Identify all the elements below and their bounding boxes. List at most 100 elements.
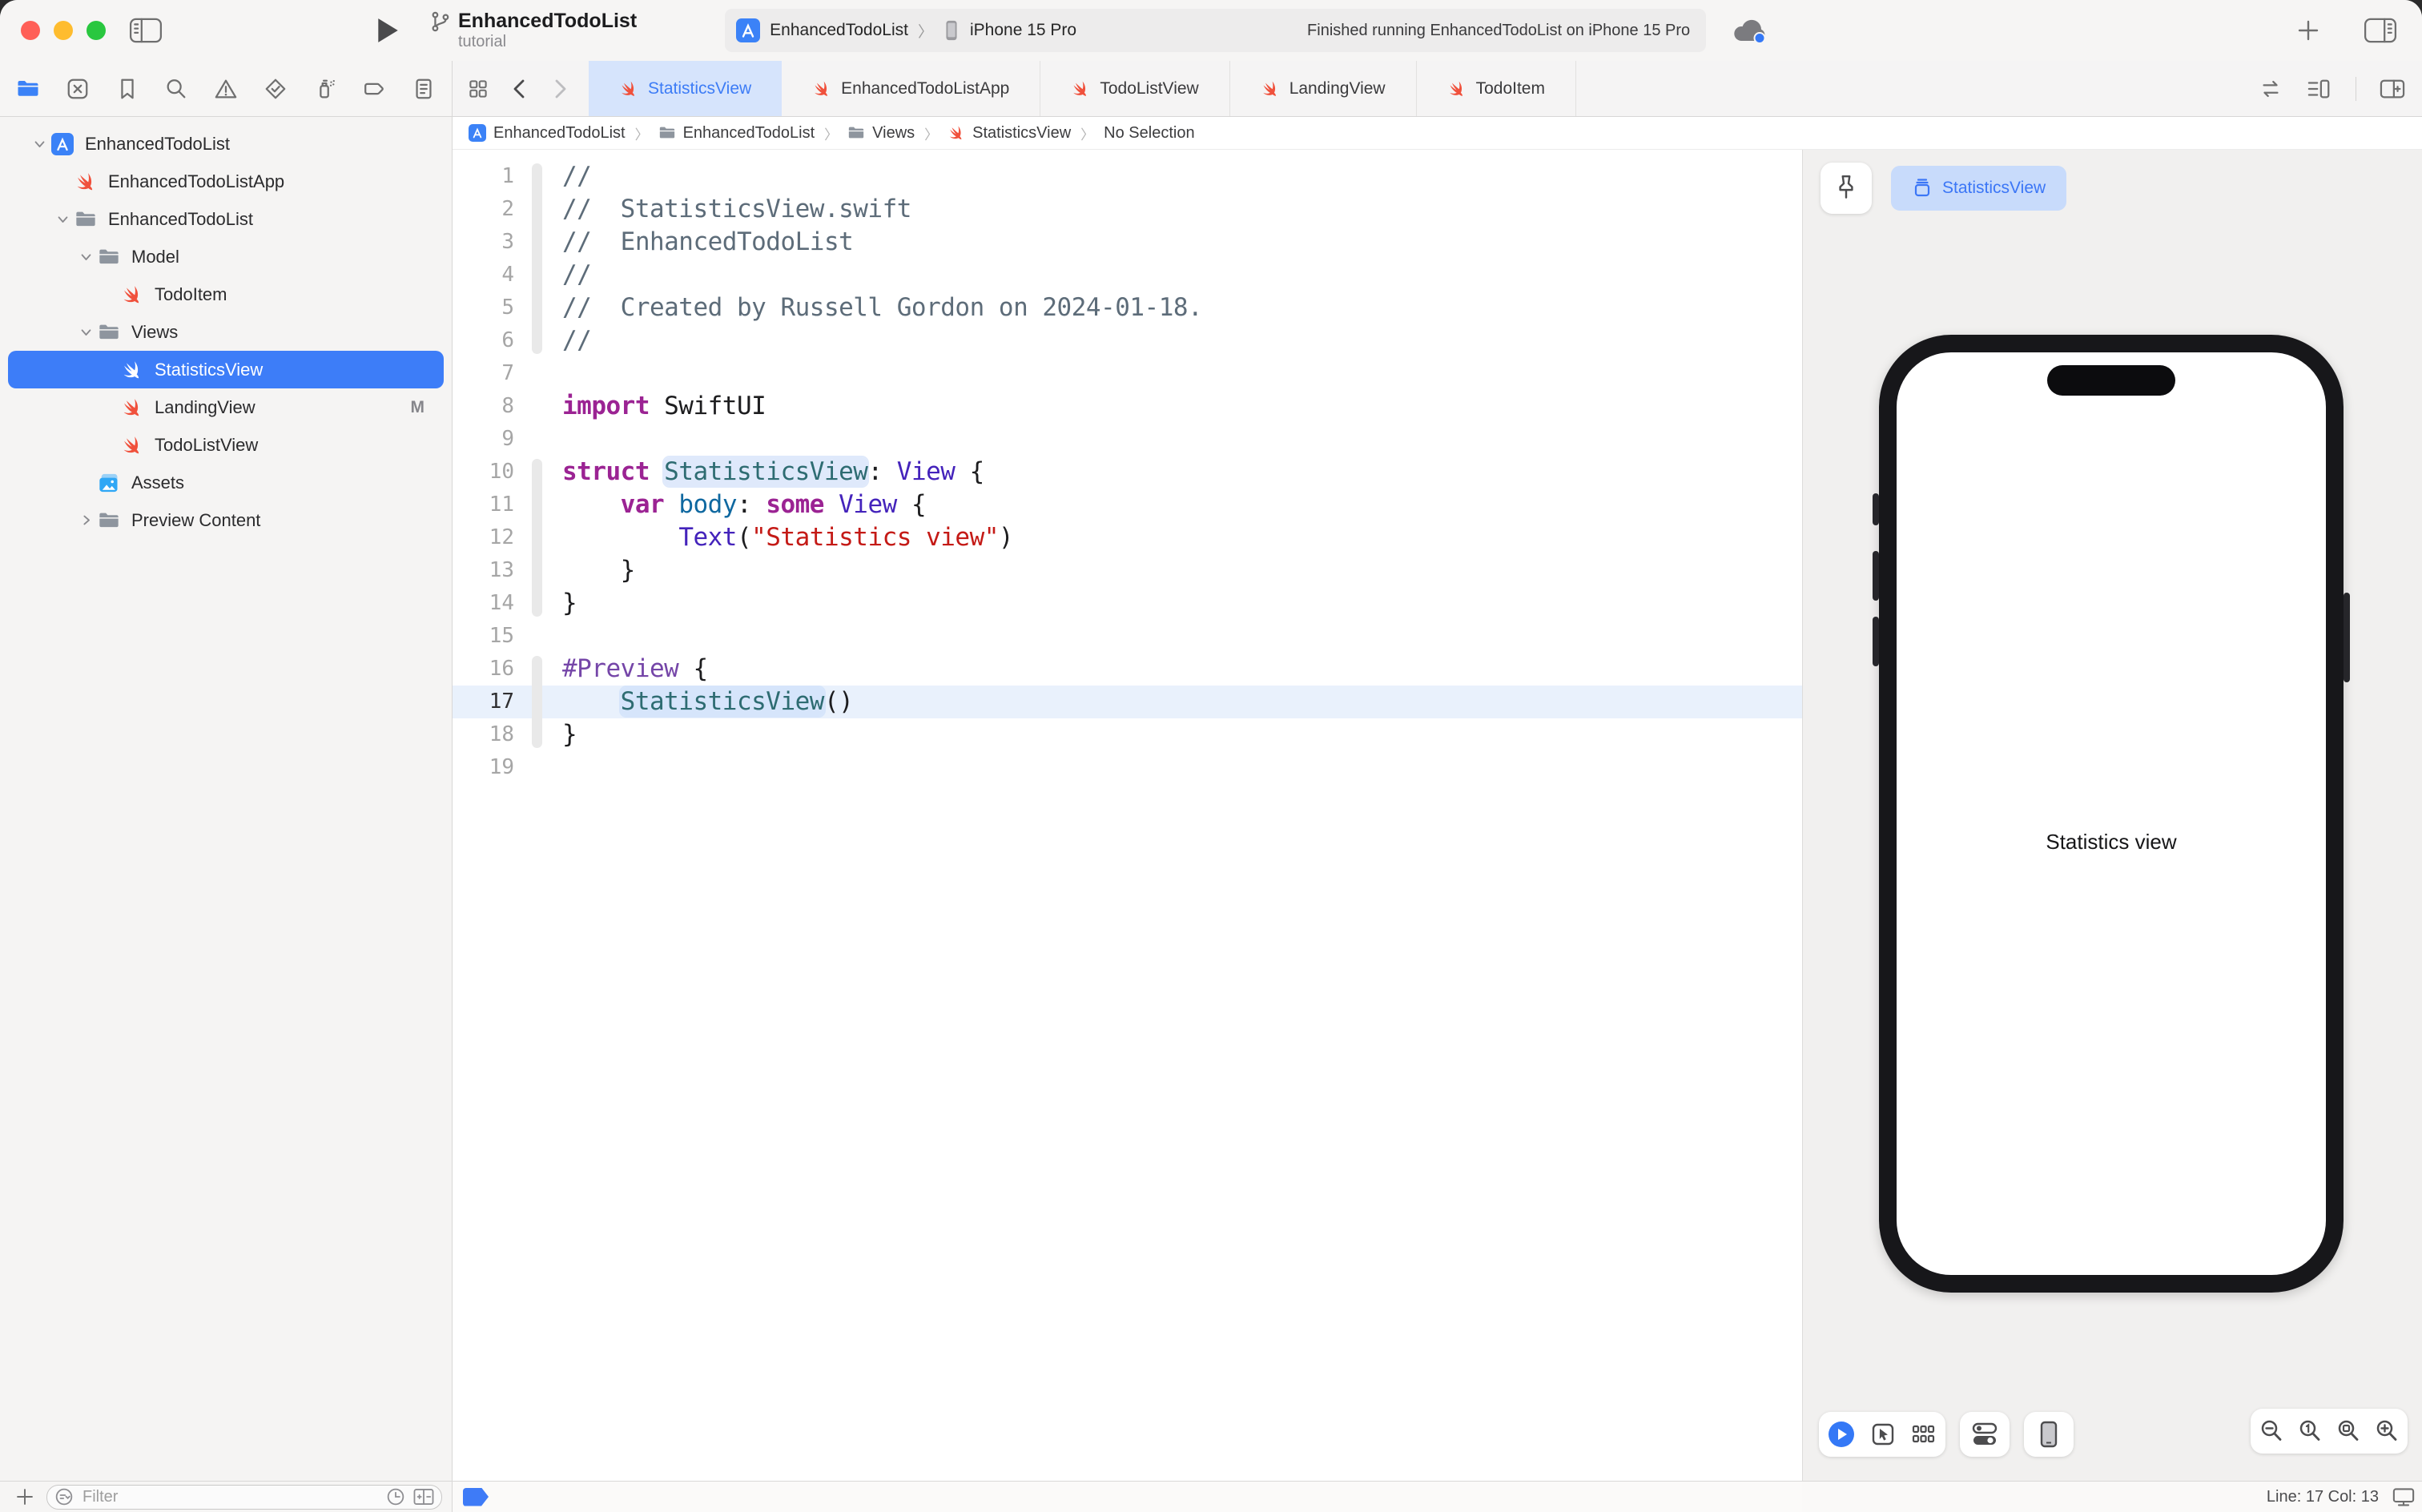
code-line-10[interactable]: 10struct StatisticsView: View { [453, 456, 1802, 489]
code-line-3[interactable]: 3// EnhancedTodoList [453, 226, 1802, 259]
sidebar-item-EnhancedTodoListApp[interactable]: EnhancedTodoListApp [8, 163, 444, 200]
tab-TodoListView[interactable]: TodoListView [1040, 61, 1229, 116]
sidebar-item-StatisticsView[interactable]: StatisticsView [8, 351, 444, 388]
preview-tab-pill[interactable]: StatisticsView [1891, 166, 2066, 211]
breakpoints-navigator-icon[interactable] [360, 75, 388, 103]
zoom-in-button[interactable] [2374, 1418, 2400, 1444]
code-line-15[interactable]: 15 [453, 620, 1802, 653]
debug-navigator-icon[interactable] [312, 75, 339, 103]
code-line-14[interactable]: 14} [453, 587, 1802, 620]
code-line-18[interactable]: 18} [453, 718, 1802, 751]
scheme-name[interactable]: EnhancedTodoList [770, 21, 908, 40]
line-number[interactable]: 19 [453, 751, 529, 784]
related-items-icon[interactable] [467, 78, 489, 100]
code-line-11[interactable]: 11 var body: some View { [453, 489, 1802, 521]
disclosure-open-icon[interactable] [27, 137, 51, 151]
filter-input[interactable] [81, 1487, 379, 1507]
tab-EnhancedTodoListApp[interactable]: EnhancedTodoListApp [782, 61, 1040, 116]
line-number[interactable]: 2 [453, 193, 529, 226]
zoom-100-button[interactable] [2297, 1418, 2323, 1444]
disclosure-open-icon[interactable] [74, 325, 98, 339]
project-navigator-icon[interactable] [14, 75, 42, 103]
fold-gutter[interactable] [529, 620, 543, 653]
recents-icon[interactable] [385, 1486, 406, 1507]
line-number[interactable]: 5 [453, 292, 529, 324]
line-number[interactable]: 11 [453, 489, 529, 521]
line-number[interactable]: 12 [453, 521, 529, 554]
add-editor-icon[interactable] [2379, 77, 2406, 101]
minimize-button[interactable] [54, 21, 73, 40]
scheme-selector[interactable]: EnhancedTodoList 〉 iPhone 15 Pro Finishe… [725, 9, 1706, 52]
line-number[interactable]: 8 [453, 390, 529, 423]
line-number[interactable]: 7 [453, 357, 529, 390]
line-number[interactable]: 15 [453, 620, 529, 653]
breadcrumb-segment[interactable]: EnhancedTodoList [658, 124, 815, 143]
preview-screen[interactable]: Statistics view [1897, 352, 2326, 1275]
zoom-out-button[interactable] [2259, 1418, 2284, 1444]
code-line-2[interactable]: 2// StatisticsView.swift [453, 193, 1802, 226]
code-line-5[interactable]: 5// Created by Russell Gordon on 2024-01… [453, 292, 1802, 324]
selectable-mode-button[interactable] [1870, 1422, 1896, 1447]
device-settings-button[interactable] [1960, 1412, 2010, 1457]
editor-options-icon[interactable] [2306, 77, 2333, 101]
display-icon[interactable] [2392, 1486, 2416, 1507]
breakpoint-indicator[interactable] [463, 1488, 489, 1506]
code-review-icon[interactable] [2258, 77, 2283, 101]
disclosure-open-icon[interactable] [74, 250, 98, 263]
fullscreen-button[interactable] [86, 21, 106, 40]
line-number[interactable]: 3 [453, 226, 529, 259]
line-number[interactable]: 9 [453, 423, 529, 456]
zoom-fit-button[interactable] [2336, 1418, 2361, 1444]
tab-StatisticsView[interactable]: StatisticsView [589, 61, 782, 116]
code-line-16[interactable]: 16#Preview { [453, 653, 1802, 686]
source-control-navigator-icon[interactable] [64, 75, 91, 103]
breadcrumb-segment[interactable]: EnhancedTodoList [469, 124, 626, 143]
tests-navigator-icon[interactable] [262, 75, 289, 103]
sidebar-item-Preview Content[interactable]: Preview Content [8, 501, 444, 539]
fold-ribbon[interactable] [532, 163, 542, 354]
line-number[interactable]: 1 [453, 160, 529, 193]
line-number[interactable]: 13 [453, 554, 529, 587]
code-line-1[interactable]: 1// [453, 160, 1802, 193]
line-number[interactable]: 4 [453, 259, 529, 292]
run-destination[interactable]: iPhone 15 Pro [970, 21, 1076, 40]
disclosure-open-icon[interactable] [50, 212, 74, 226]
filter-field[interactable] [46, 1485, 442, 1510]
code-line-13[interactable]: 13 } [453, 554, 1802, 587]
code-line-9[interactable]: 9 [453, 423, 1802, 456]
reports-navigator-icon[interactable] [410, 75, 437, 103]
disclosure-closed-icon[interactable] [74, 513, 98, 527]
code-line-4[interactable]: 4// [453, 259, 1802, 292]
source-control-status-icon[interactable] [412, 1487, 435, 1506]
line-number[interactable]: 18 [453, 718, 529, 751]
fold-gutter[interactable] [529, 423, 543, 456]
sidebar-item-LandingView[interactable]: LandingViewM [8, 388, 444, 426]
preview-device-button[interactable] [2024, 1412, 2074, 1457]
live-preview-button[interactable] [1827, 1420, 1856, 1449]
line-number[interactable]: 16 [453, 653, 529, 686]
close-button[interactable] [21, 21, 40, 40]
code-line-8[interactable]: 8import SwiftUI [453, 390, 1802, 423]
sidebar-item-Views[interactable]: Views [8, 313, 444, 351]
sidebar-item-TodoListView[interactable]: TodoListView [8, 426, 444, 464]
run-button[interactable] [367, 10, 408, 51]
code-line-19[interactable]: 19 [453, 751, 1802, 784]
line-number[interactable]: 14 [453, 587, 529, 620]
tab-TodoItem[interactable]: TodoItem [1417, 61, 1576, 116]
sidebar-item-EnhancedTodoList[interactable]: EnhancedTodoList [8, 125, 444, 163]
breadcrumb-segment[interactable]: No Selection [1104, 124, 1194, 143]
variants-mode-button[interactable] [1910, 1422, 1937, 1447]
sidebar-item-TodoItem[interactable]: TodoItem [8, 275, 444, 313]
toggle-navigator-button[interactable] [125, 10, 167, 51]
line-number[interactable]: 6 [453, 324, 529, 357]
back-button[interactable] [510, 78, 529, 100]
fold-ribbon[interactable] [532, 459, 542, 617]
sidebar-item-EnhancedTodoList[interactable]: EnhancedTodoList [8, 200, 444, 238]
line-number[interactable]: 17 [453, 686, 529, 718]
add-file-button[interactable] [14, 1486, 35, 1507]
source-editor[interactable]: 1//2// StatisticsView.swift3// EnhancedT… [453, 150, 1802, 1482]
fold-gutter[interactable] [529, 751, 543, 784]
fold-ribbon[interactable] [532, 656, 542, 748]
sidebar-item-Assets[interactable]: Assets [8, 464, 444, 501]
sidebar-item-Model[interactable]: Model [8, 238, 444, 275]
